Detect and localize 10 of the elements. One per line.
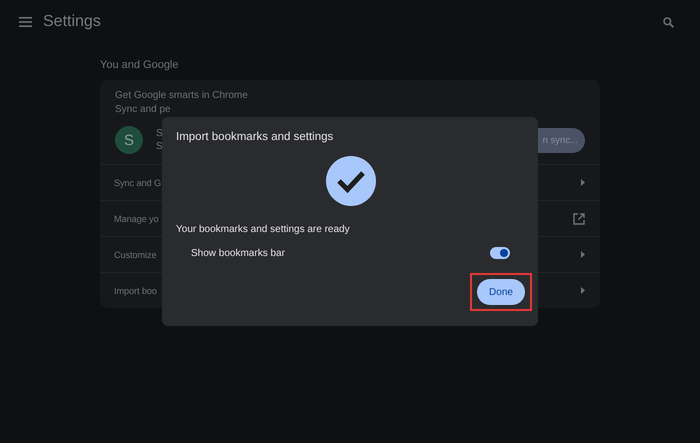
promo-text: Sync and pe (115, 103, 172, 117)
dialog-title: Import bookmarks and settings (176, 131, 334, 143)
section-title: You and Google (100, 59, 180, 71)
promo-title: Get Google smarts in Chrome (115, 89, 249, 103)
toggle-label: Show bookmarks bar (191, 248, 285, 258)
dialog-message: Your bookmarks and settings are ready (176, 224, 351, 235)
avatar: S (115, 126, 143, 154)
page-title: Settings (43, 13, 101, 31)
account-text: S (156, 140, 163, 153)
account-text: S (156, 127, 163, 140)
